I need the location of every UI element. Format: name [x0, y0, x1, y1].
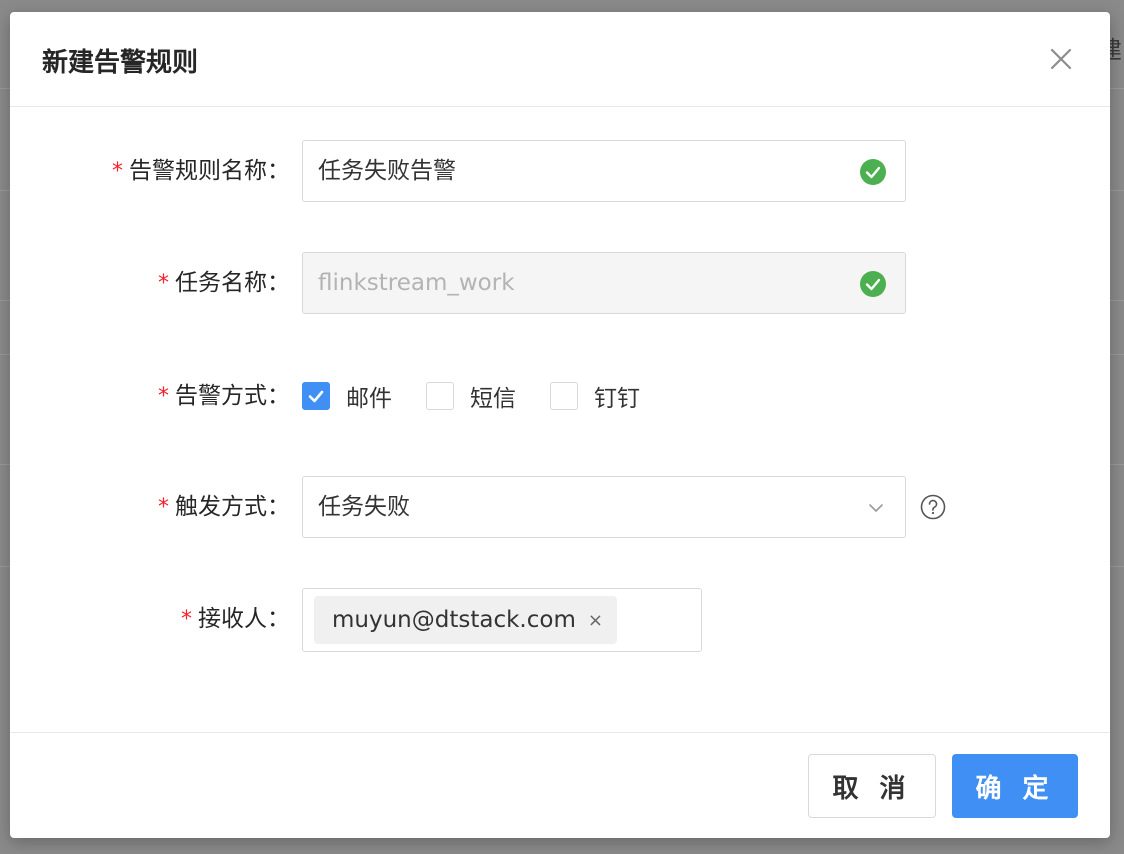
receiver-tag: muyun@dtstack.com ×: [314, 596, 617, 644]
receiver-tag-label: muyun@dtstack.com: [332, 607, 576, 633]
checkbox-email[interactable]: 邮件: [302, 379, 392, 413]
modal-footer: 取 消 确 定: [10, 732, 1110, 838]
receivers-label: * 接收人：: [181, 606, 290, 632]
required-mark: *: [158, 495, 169, 520]
alert-method-label: * 告警方式：: [158, 383, 290, 409]
close-icon: [1050, 48, 1072, 70]
close-button[interactable]: [1046, 44, 1076, 74]
checkbox-label: 短信: [470, 386, 516, 412]
cancel-button[interactable]: 取 消: [808, 754, 936, 818]
trigger-select[interactable]: 任务失败: [302, 476, 906, 538]
required-mark: *: [181, 607, 192, 632]
modal-title: 新建告警规则: [42, 48, 199, 78]
checkbox-box[interactable]: [550, 382, 578, 410]
modal-header: 新建告警规则: [10, 12, 1110, 107]
checkmark-icon: [308, 390, 324, 403]
required-mark: *: [158, 384, 169, 409]
receivers-select[interactable]: muyun@dtstack.com ×: [302, 588, 702, 652]
check-circle-icon: [860, 271, 886, 297]
trigger-label: * 触发方式：: [158, 494, 290, 520]
checkbox-box[interactable]: [426, 382, 454, 410]
task-name-input: flinkstream_work: [302, 252, 906, 314]
task-name-label: * 任务名称：: [158, 270, 290, 296]
tag-close-icon[interactable]: ×: [588, 610, 603, 631]
ok-button[interactable]: 确 定: [952, 754, 1078, 818]
rule-name-value: 任务失败告警: [318, 158, 456, 184]
alert-rule-modal: 新建告警规则 * 告警规则名称： 任务失败告警 * 任务名称： flinkstrea…: [10, 12, 1110, 838]
trigger-select-value: 任务失败: [318, 494, 410, 520]
check-circle-icon: [860, 159, 886, 185]
checkbox-label: 钉钉: [594, 386, 640, 412]
form-row-alert-method: * 告警方式： 邮件 短信 钉钉: [10, 365, 1110, 427]
checkbox-label: 邮件: [346, 386, 392, 412]
question-circle-icon[interactable]: [920, 494, 946, 520]
rule-name-input[interactable]: 任务失败告警: [302, 140, 906, 202]
required-mark: *: [112, 159, 123, 184]
alert-method-checkbox-group: 邮件 短信 钉钉: [302, 365, 674, 427]
form-row-trigger: * 触发方式： 任务失败: [10, 476, 1110, 538]
form-row-task-name: * 任务名称： flinkstream_work: [10, 252, 1110, 314]
checkbox-sms[interactable]: 短信: [426, 379, 516, 413]
checkbox-dingtalk[interactable]: 钉钉: [550, 379, 640, 413]
checkbox-box[interactable]: [302, 382, 330, 410]
rule-name-label: * 告警规则名称：: [112, 158, 290, 184]
task-name-value: flinkstream_work: [318, 270, 515, 296]
required-mark: *: [158, 271, 169, 296]
form-row-receivers: * 接收人： muyun@dtstack.com ×: [10, 588, 1110, 652]
form-row-rule-name: * 告警规则名称： 任务失败告警: [10, 140, 1110, 202]
chevron-down-icon: [869, 504, 883, 512]
